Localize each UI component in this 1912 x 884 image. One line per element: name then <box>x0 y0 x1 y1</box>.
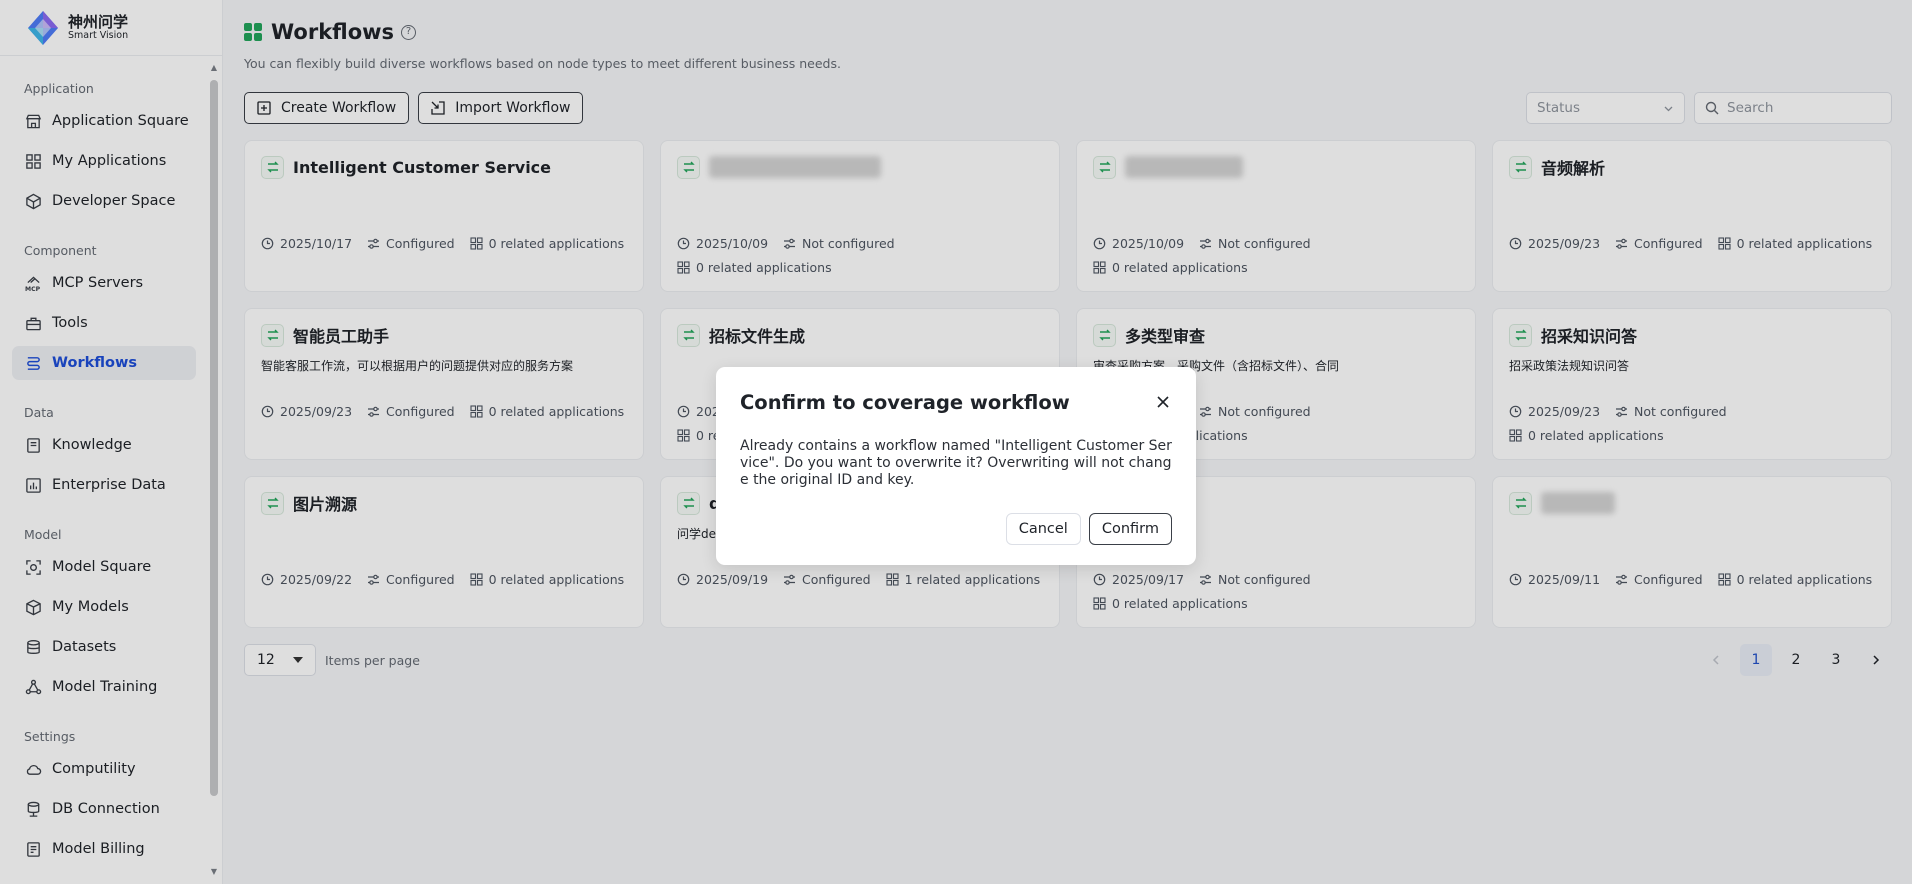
cancel-button[interactable]: Cancel <box>1005 513 1081 545</box>
confirm-overwrite-dialog: Confirm to coverage workflow Already con… <box>716 367 1196 565</box>
close-icon[interactable] <box>1154 393 1172 411</box>
dialog-title: Confirm to coverage workflow <box>740 391 1070 414</box>
dialog-message: Already contains a workflow named "Intel… <box>740 438 1172 488</box>
dialog-footer: Cancel Confirm <box>1005 513 1172 545</box>
confirm-button[interactable]: Confirm <box>1088 513 1172 545</box>
